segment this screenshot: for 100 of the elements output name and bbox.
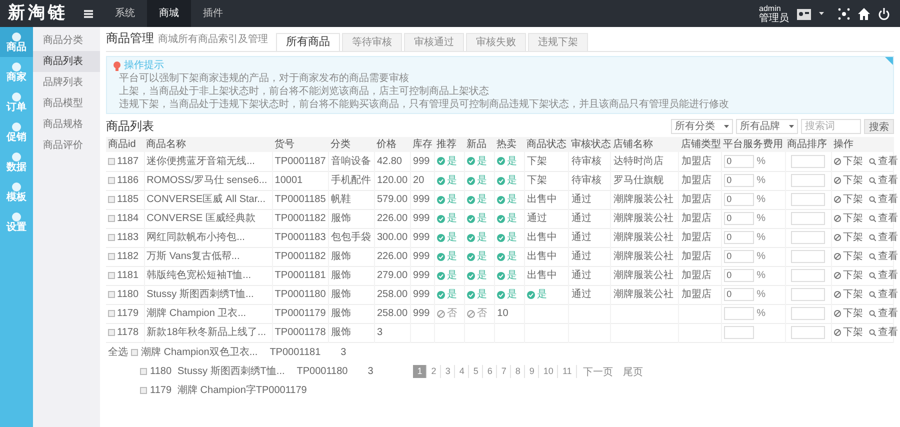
status-toggle[interactable]: 是	[437, 230, 458, 245]
delist-button[interactable]: 下架	[834, 211, 863, 226]
view-button[interactable]: 查看	[868, 325, 898, 340]
tab[interactable]: 等待审核	[342, 33, 402, 51]
page-button[interactable]: 10	[539, 364, 558, 378]
status-toggle[interactable]: 是	[437, 268, 458, 283]
tab[interactable]: 审核通过	[404, 33, 464, 51]
tab[interactable]: 违规下架	[528, 33, 588, 51]
sort-field[interactable]	[791, 269, 826, 282]
sort-field[interactable]	[791, 250, 826, 263]
fee-field[interactable]: 0	[724, 193, 754, 206]
nav-tab[interactable]: 系统	[103, 0, 147, 27]
status-toggle[interactable]: 是	[497, 154, 518, 169]
checkbox[interactable]	[131, 348, 138, 356]
status-toggle[interactable]: 是	[437, 154, 458, 169]
checkbox[interactable]	[108, 291, 115, 298]
fee-field[interactable]: 0	[724, 269, 754, 282]
sort-field[interactable]	[791, 288, 826, 301]
page-button[interactable]: 8	[511, 364, 526, 378]
status-toggle[interactable]: 是	[467, 192, 488, 207]
rail-item[interactable]: 商品	[0, 27, 33, 57]
view-button[interactable]: 查看	[868, 211, 898, 226]
checkbox[interactable]	[108, 253, 115, 260]
delist-button[interactable]: 下架	[834, 154, 863, 169]
fee-field[interactable]: 0	[724, 154, 754, 168]
sort-field[interactable]	[791, 193, 826, 206]
status-toggle[interactable]: 是	[467, 230, 488, 245]
view-button[interactable]: 查看	[868, 154, 898, 169]
page-button[interactable]: 5	[469, 364, 484, 378]
sort-field[interactable]	[791, 154, 826, 168]
status-toggle[interactable]: 是	[437, 287, 458, 302]
status-toggle[interactable]: 是	[437, 192, 458, 207]
status-toggle[interactable]: 否	[467, 306, 488, 321]
select-field[interactable]: 所有品牌	[736, 118, 798, 134]
page-button[interactable]: 6	[483, 364, 498, 378]
delist-button[interactable]: 下架	[834, 306, 863, 321]
submenu-item[interactable]: 商品列表	[33, 51, 100, 72]
view-button[interactable]: 查看	[868, 192, 898, 207]
status-toggle[interactable]: 是	[467, 287, 488, 302]
fee-field[interactable]: 0	[724, 231, 754, 244]
status-toggle[interactable]: 是	[497, 192, 518, 207]
delist-button[interactable]: 下架	[834, 230, 863, 245]
rail-item[interactable]: 商家	[0, 57, 33, 87]
view-button[interactable]: 查看	[868, 230, 898, 245]
delist-button[interactable]: 下架	[834, 325, 863, 340]
sort-field[interactable]	[791, 231, 826, 244]
status-toggle[interactable]: 是	[497, 230, 518, 245]
status-toggle[interactable]: 是	[467, 268, 488, 283]
next-page-button[interactable]: 下一页	[576, 364, 619, 378]
avatar-icon[interactable]	[797, 8, 811, 20]
submenu-item[interactable]: 品牌列表	[33, 72, 100, 93]
power-icon[interactable]	[878, 8, 890, 20]
status-toggle[interactable]: 是	[467, 173, 488, 188]
submenu-item[interactable]: 商品规格	[33, 114, 100, 135]
select-field[interactable]: 所有分类	[671, 118, 733, 134]
search-field[interactable]: 搜索词	[801, 118, 861, 134]
status-toggle[interactable]: 是	[497, 287, 518, 302]
nav-tab[interactable]: 商城	[147, 0, 191, 27]
fee-field[interactable]: 0	[724, 174, 754, 187]
status-toggle[interactable]: 是	[467, 211, 488, 226]
fee-field[interactable]: 0	[724, 288, 754, 301]
status-toggle[interactable]: 是	[437, 173, 458, 188]
view-button[interactable]: 查看	[868, 268, 898, 283]
home-icon[interactable]	[858, 8, 870, 20]
search-button[interactable]: 搜索	[864, 118, 894, 134]
status-toggle[interactable]: 是	[527, 287, 548, 302]
delist-button[interactable]: 下架	[834, 287, 863, 302]
sort-field[interactable]	[791, 307, 826, 320]
view-button[interactable]: 查看	[868, 287, 898, 302]
tab[interactable]: 审核失败	[466, 33, 526, 51]
checkbox[interactable]	[140, 386, 147, 394]
delist-button[interactable]: 下架	[834, 192, 863, 207]
status-toggle[interactable]: 是	[437, 211, 458, 226]
fee-field[interactable]	[724, 326, 754, 339]
checkbox[interactable]	[108, 177, 115, 184]
status-toggle[interactable]: 是	[467, 154, 488, 169]
view-button[interactable]: 查看	[868, 306, 898, 321]
status-toggle[interactable]: 是	[437, 249, 458, 264]
rail-item[interactable]: 设置	[0, 207, 33, 237]
corner-fold-icon[interactable]	[885, 57, 893, 65]
page-button[interactable]: 2	[427, 364, 442, 378]
status-toggle[interactable]: 是	[497, 173, 518, 188]
checkbox[interactable]	[108, 158, 115, 165]
menu-icon[interactable]	[84, 10, 93, 18]
delist-button[interactable]: 下架	[834, 268, 863, 283]
checkbox[interactable]	[108, 272, 115, 279]
checkbox[interactable]	[108, 310, 115, 317]
sort-field[interactable]	[791, 212, 826, 225]
view-button[interactable]: 查看	[868, 173, 898, 188]
rail-item[interactable]: 模板	[0, 177, 33, 207]
sort-field[interactable]	[791, 326, 826, 339]
fee-field[interactable]	[724, 307, 754, 320]
page-button[interactable]: 1	[413, 364, 428, 378]
delist-button[interactable]: 下架	[834, 249, 863, 264]
tab[interactable]: 所有商品	[276, 33, 340, 51]
status-toggle[interactable]: 是	[467, 249, 488, 264]
last-page-button[interactable]: 尾页	[618, 364, 647, 378]
page-button[interactable]: 3	[441, 364, 456, 378]
submenu-item[interactable]: 商品模型	[33, 93, 100, 114]
nav-tab[interactable]: 插件	[191, 0, 235, 27]
